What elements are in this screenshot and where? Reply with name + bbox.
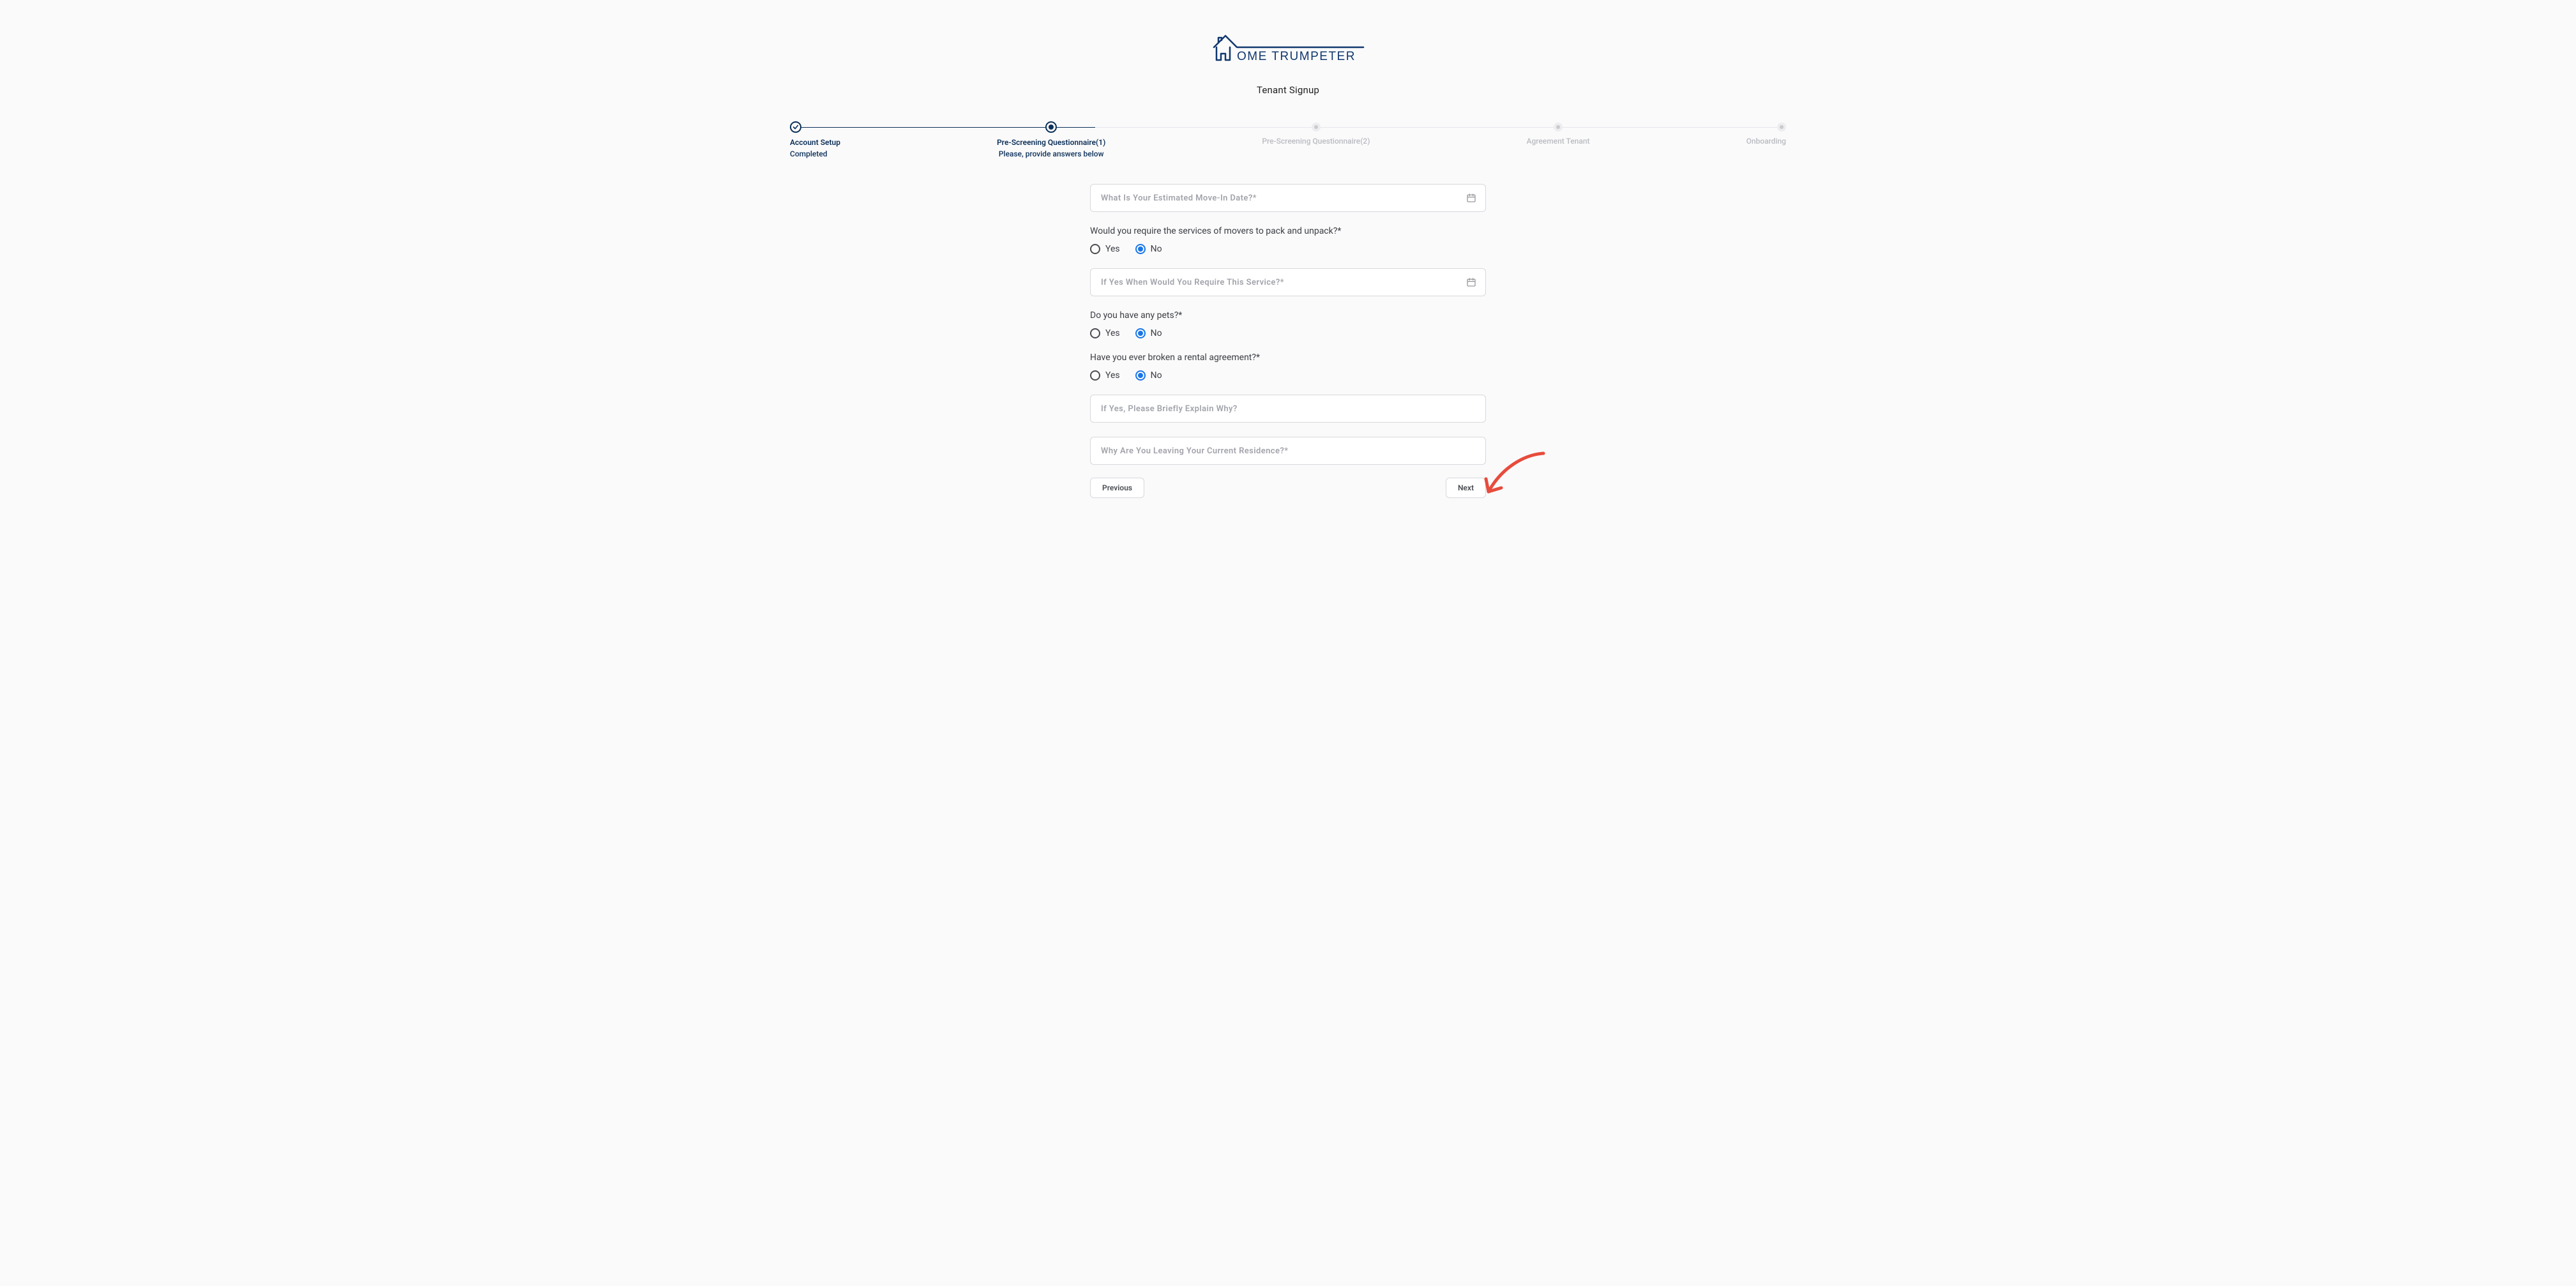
stepper: Account Setup Completed Pre-Screening Qu…	[764, 121, 1812, 158]
movers-question-label: Would you require the services of movers…	[1090, 226, 1486, 236]
field-broken-explain	[1090, 395, 1486, 423]
radio-icon	[1135, 244, 1146, 254]
logo-text: OME TRUMPETER	[1237, 50, 1356, 63]
movers-service-date-input-shell[interactable]	[1090, 268, 1486, 296]
annotation-arrow-icon	[1480, 448, 1550, 506]
step-dot-pending-icon	[1312, 123, 1321, 132]
radio-label: Yes	[1105, 370, 1120, 381]
calendar-icon	[1466, 277, 1476, 287]
movers-service-date-input[interactable]	[1101, 278, 1458, 287]
pets-question-label: Do you have any pets?*	[1090, 310, 1486, 321]
pets-radio-yes[interactable]: Yes	[1090, 328, 1120, 338]
step-prescreening-1: Pre-Screening Questionnaire(1) Please, p…	[997, 121, 1105, 158]
broken-radio-no[interactable]: No	[1135, 370, 1162, 381]
radio-label: No	[1151, 244, 1162, 254]
step-label: Agreement Tenant	[1526, 137, 1589, 146]
leaving-reason-input[interactable]	[1090, 437, 1486, 465]
step-label: Onboarding	[1746, 137, 1786, 146]
next-button[interactable]: Next	[1446, 478, 1486, 498]
step-agreement-tenant: Agreement Tenant	[1526, 121, 1589, 158]
move-in-date-input[interactable]	[1101, 193, 1458, 203]
previous-button[interactable]: Previous	[1090, 478, 1144, 498]
step-label: Pre-Screening Questionnaire(2)	[1262, 137, 1370, 146]
field-pets: Do you have any pets?* Yes No	[1090, 310, 1486, 338]
radio-label: Yes	[1105, 244, 1120, 254]
home-trumpeter-logo-icon: OME TRUMPETER	[1205, 26, 1371, 66]
checkmark-icon	[792, 124, 799, 130]
step-label: Pre-Screening Questionnaire(1)	[997, 138, 1105, 147]
movers-radio-yes[interactable]: Yes	[1090, 244, 1120, 254]
page: OME TRUMPETER Tenant Signup Account Setu…	[0, 0, 2576, 1286]
step-dot-completed-icon	[790, 121, 801, 133]
header: OME TRUMPETER Tenant Signup	[0, 26, 2576, 96]
step-onboarding: Onboarding	[1746, 121, 1786, 158]
step-account-setup: Account Setup Completed	[790, 121, 840, 158]
move-in-date-input-shell[interactable]	[1090, 184, 1486, 212]
page-subtitle: Tenant Signup	[1257, 84, 1319, 96]
radio-label: Yes	[1105, 328, 1120, 338]
broken-radio-group: Yes No	[1090, 370, 1486, 381]
broken-explain-input[interactable]	[1090, 395, 1486, 423]
step-dot-pending-icon	[1554, 123, 1563, 132]
button-row: Previous Next	[1090, 478, 1486, 498]
field-move-in-date	[1090, 184, 1486, 212]
broken-question-label: Have you ever broken a rental agreement?…	[1090, 352, 1486, 363]
field-leaving-reason	[1090, 437, 1486, 465]
movers-radio-group: Yes No	[1090, 244, 1486, 254]
pets-radio-group: Yes No	[1090, 328, 1486, 338]
step-dot-pending-icon	[1777, 123, 1786, 132]
logo: OME TRUMPETER	[1205, 26, 1371, 69]
radio-label: No	[1151, 370, 1162, 381]
broken-radio-yes[interactable]: Yes	[1090, 370, 1120, 381]
questionnaire-form: Would you require the services of movers…	[1077, 184, 1499, 498]
radio-icon	[1090, 370, 1100, 381]
radio-label: No	[1151, 328, 1162, 338]
calendar-icon	[1466, 193, 1476, 203]
pets-radio-no[interactable]: No	[1135, 328, 1162, 338]
step-sub: Completed	[790, 149, 828, 158]
movers-radio-no[interactable]: No	[1135, 244, 1162, 254]
radio-icon	[1135, 370, 1146, 381]
step-prescreening-2: Pre-Screening Questionnaire(2)	[1262, 121, 1370, 158]
radio-icon	[1090, 244, 1100, 254]
step-label: Account Setup	[790, 138, 840, 147]
radio-icon	[1090, 328, 1100, 338]
field-movers-service-date	[1090, 268, 1486, 296]
field-movers: Would you require the services of movers…	[1090, 226, 1486, 254]
step-sub: Please, provide answers below	[999, 149, 1104, 158]
radio-icon	[1135, 328, 1146, 338]
step-dot-active-icon	[1045, 121, 1057, 133]
field-broken-agreement: Have you ever broken a rental agreement?…	[1090, 352, 1486, 381]
